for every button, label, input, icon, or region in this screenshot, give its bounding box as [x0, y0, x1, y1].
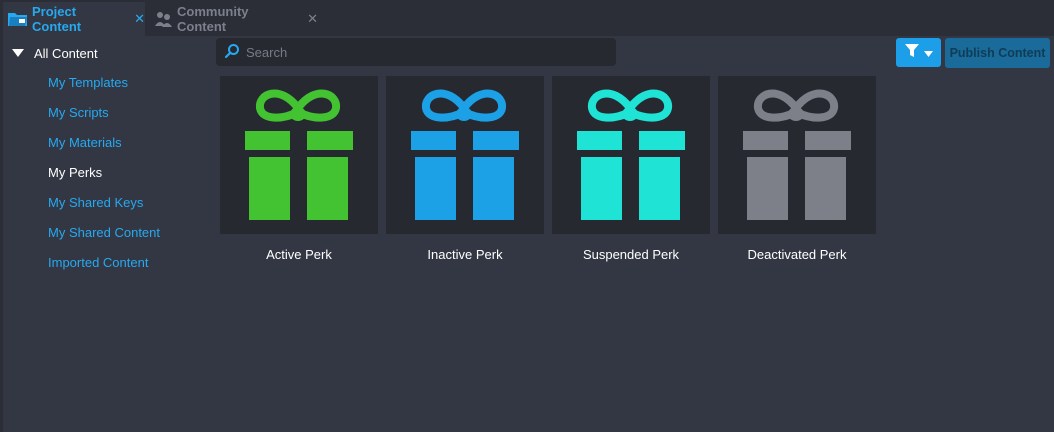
- filter-button[interactable]: [896, 38, 941, 67]
- search-bar[interactable]: [216, 38, 616, 66]
- folder-icon: [7, 10, 29, 28]
- community-icon: [152, 10, 174, 28]
- chevron-down-icon: [924, 45, 933, 60]
- tab-bar: Project Content ✕ Community Content ✕: [0, 0, 1054, 36]
- perk-thumbnail[interactable]: [220, 76, 378, 234]
- tab-community-content[interactable]: Community Content ✕: [148, 2, 318, 36]
- perk-thumbnail[interactable]: [386, 76, 544, 234]
- sidebar: All Content My Templates My Scripts My M…: [3, 36, 213, 432]
- sidebar-item-my-templates[interactable]: My Templates: [48, 74, 128, 92]
- perk-label: Active Perk: [266, 247, 332, 262]
- perk-label: Deactivated Perk: [747, 247, 847, 262]
- tab-label: Community Content: [177, 4, 249, 34]
- gift-icon: [743, 89, 851, 220]
- perk-card-active[interactable]: Active Perk: [220, 76, 378, 262]
- tree-root-all-content[interactable]: All Content: [11, 44, 98, 62]
- filter-icon: [904, 43, 920, 62]
- gift-icon: [411, 89, 519, 220]
- perk-thumbnail[interactable]: [552, 76, 710, 234]
- sidebar-item-my-scripts[interactable]: My Scripts: [48, 104, 109, 122]
- tree-root-label: All Content: [34, 45, 98, 61]
- publish-content-button[interactable]: Publish Content: [945, 38, 1050, 68]
- search-icon: [224, 43, 240, 62]
- perk-thumbnail[interactable]: [718, 76, 876, 234]
- gift-icon: [245, 89, 353, 220]
- tab-label: Project Content: [32, 4, 82, 34]
- perk-card-suspended[interactable]: Suspended Perk: [552, 76, 710, 262]
- triangle-down-icon[interactable]: [11, 46, 25, 61]
- gift-icon: [577, 89, 685, 220]
- content-panel: All Content My Templates My Scripts My M…: [3, 36, 1054, 432]
- sidebar-item-my-shared-keys[interactable]: My Shared Keys: [48, 194, 143, 212]
- tab-project-content[interactable]: Project Content ✕: [3, 2, 145, 36]
- perk-card-inactive[interactable]: Inactive Perk: [386, 76, 544, 262]
- perk-label: Inactive Perk: [427, 247, 503, 262]
- close-icon[interactable]: ✕: [307, 11, 318, 27]
- perk-card-deactivated[interactable]: Deactivated Perk: [718, 76, 876, 262]
- sidebar-item-my-materials[interactable]: My Materials: [48, 134, 122, 152]
- perk-label: Suspended Perk: [582, 247, 680, 262]
- sidebar-item-imported-content[interactable]: Imported Content: [48, 254, 148, 272]
- sidebar-item-my-shared-content[interactable]: My Shared Content: [48, 224, 160, 242]
- search-input[interactable]: [244, 43, 608, 61]
- close-icon[interactable]: ✕: [134, 11, 145, 27]
- sidebar-item-my-perks[interactable]: My Perks: [48, 164, 102, 182]
